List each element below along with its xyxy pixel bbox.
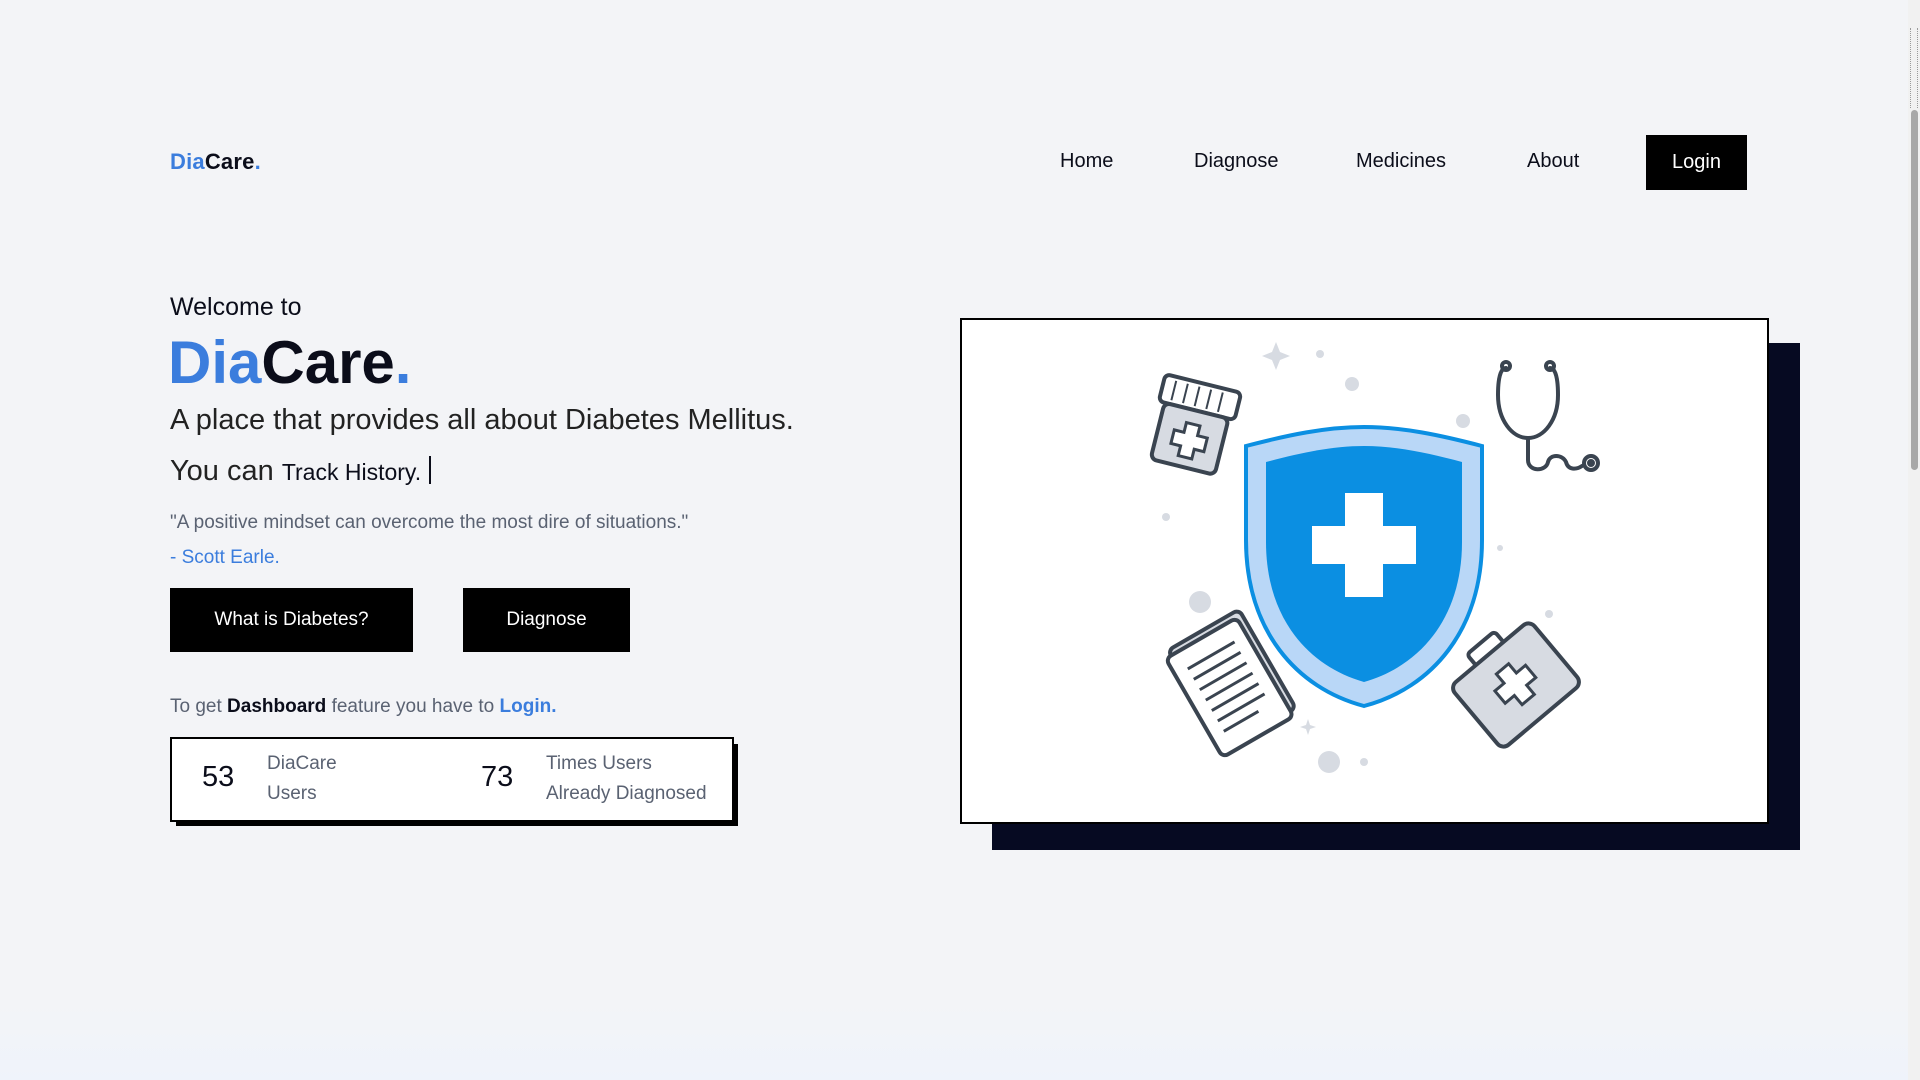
stethoscope-icon xyxy=(1495,360,1600,472)
hero-brand-dot: . xyxy=(394,329,412,396)
hero-brand: DiaCare. xyxy=(168,327,411,399)
diagnose-button[interactable]: Diagnose xyxy=(463,588,630,652)
scrollbar-track-marker xyxy=(1910,28,1918,108)
logo-dot: . xyxy=(254,149,261,174)
scrollbar-thumb[interactable] xyxy=(1911,110,1918,470)
text-cursor xyxy=(429,456,432,484)
nav-diagnose[interactable]: Diagnose xyxy=(1194,150,1279,173)
nav-medicines[interactable]: Medicines xyxy=(1356,150,1446,173)
nav-about[interactable]: About xyxy=(1527,150,1579,173)
you-can-text: You can xyxy=(170,455,274,487)
logo-part2: Care xyxy=(204,149,255,174)
health-illustration xyxy=(1149,342,1600,773)
stat-users-label-2: Users xyxy=(267,783,317,804)
hero-brand-part2: Care xyxy=(261,329,395,396)
quote: "A positive mindset can overcome the mos… xyxy=(170,512,689,533)
dashboard-note-prefix: To get xyxy=(170,696,222,717)
quote-author: - Scott Earle. xyxy=(170,547,280,568)
illustration-card xyxy=(960,318,1769,824)
stat-diagnosed-label-1: Times Users xyxy=(546,753,652,774)
nav-home[interactable]: Home xyxy=(1060,150,1113,173)
logo-part1: Dia xyxy=(170,149,205,174)
typed-text: Track History. xyxy=(281,459,422,485)
stats-card: 53 DiaCare Users 73 Times Users Already … xyxy=(170,737,734,822)
login-button[interactable]: Login xyxy=(1646,135,1747,190)
what-is-diabetes-button[interactable]: What is Diabetes? xyxy=(170,588,413,652)
page: DiaCare. Home Diagnose Medicines About L… xyxy=(0,0,1920,1080)
hero-brand-part1: Dia xyxy=(168,329,262,396)
pill-bottle-icon xyxy=(1149,373,1243,476)
tagline: A place that provides all about Diabetes… xyxy=(170,404,794,436)
dashboard-note-feature: Dashboard xyxy=(227,696,327,717)
vertical-scrollbar[interactable] xyxy=(1908,0,1920,1080)
stat-diagnosed-label-2: Already Diagnosed xyxy=(546,783,707,804)
stat-users-label-1: DiaCare xyxy=(267,753,337,774)
stat-diagnosed-value: 73 xyxy=(481,761,514,793)
dashboard-note-middle: feature you have to xyxy=(331,696,495,717)
dashboard-login-link[interactable]: Login. xyxy=(500,696,557,717)
welcome-text: Welcome to xyxy=(170,293,302,321)
stat-users-value: 53 xyxy=(202,761,235,793)
dashboard-note: To get Dashboard feature you have to Log… xyxy=(170,696,557,718)
logo[interactable]: DiaCare. xyxy=(170,149,261,175)
shield-plus-icon xyxy=(1244,424,1484,709)
typed-line: You can Track History. xyxy=(170,455,432,488)
